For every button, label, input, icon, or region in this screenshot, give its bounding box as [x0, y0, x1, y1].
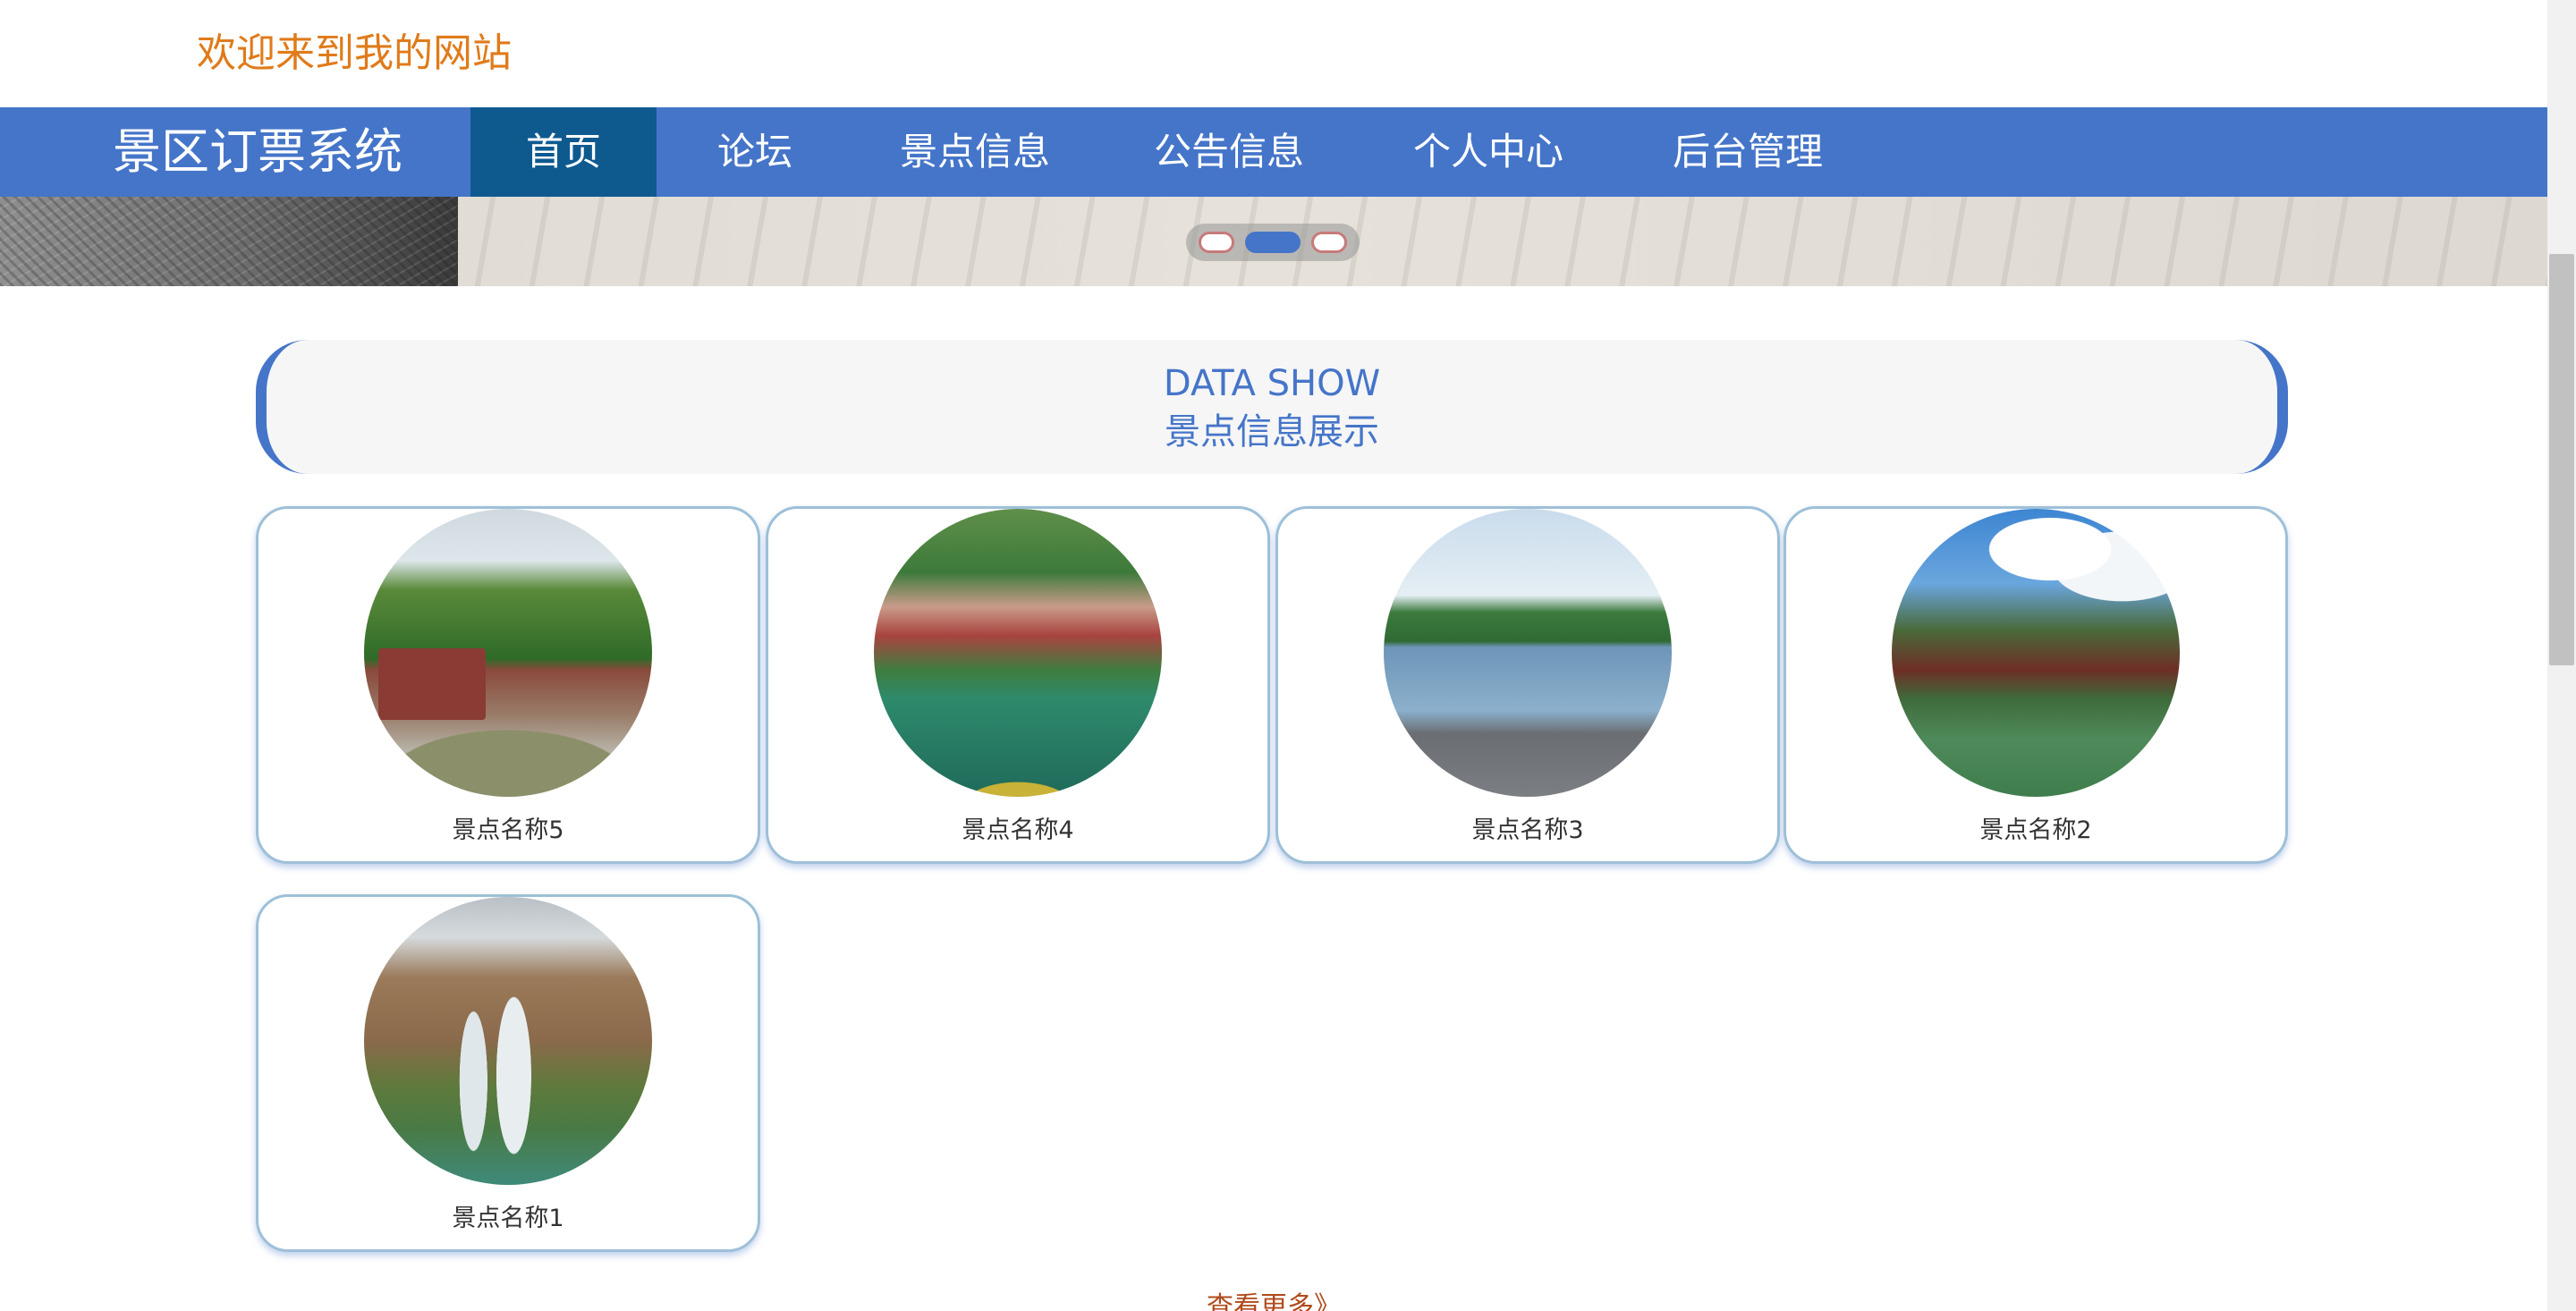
carousel-dot-3[interactable] [1311, 232, 1347, 253]
attraction-card[interactable]: 景点名称1 [256, 894, 760, 1252]
attraction-image [364, 509, 652, 797]
nav-item-announcements[interactable]: 公告信息 [1131, 107, 1327, 197]
carousel-dot-2[interactable] [1245, 232, 1301, 253]
attraction-image [1892, 509, 2180, 797]
attraction-name: 景点名称4 [962, 816, 1074, 844]
banner-image-left [0, 197, 458, 286]
attraction-image [874, 509, 1162, 797]
nav-item-attractions[interactable]: 景点信息 [877, 107, 1073, 197]
attraction-name: 景点名称1 [452, 1205, 564, 1232]
attraction-card[interactable]: 景点名称2 [1784, 506, 2288, 864]
banner-carousel [0, 197, 2547, 286]
view-more-link[interactable]: 查看更多》 [0, 1290, 2547, 1311]
top-nav: 景区订票系统 首页 论坛 景点信息 公告信息 个人中心 后台管理 [0, 107, 2547, 197]
carousel-indicators [1186, 224, 1360, 261]
carousel-dot-1[interactable] [1199, 232, 1234, 253]
scrollbar-thumb[interactable] [2549, 254, 2574, 665]
section-title-cn: 景点信息展示 [1165, 411, 1379, 453]
attraction-image [1384, 509, 1672, 797]
attraction-name: 景点名称2 [1979, 816, 2092, 844]
site-brand[interactable]: 景区订票系统 [113, 107, 402, 197]
welcome-text: 欢迎来到我的网站 [197, 30, 512, 76]
attraction-card[interactable]: 景点名称4 [766, 506, 1270, 864]
attraction-name: 景点名称3 [1471, 816, 1584, 844]
nav-item-personal-center[interactable]: 个人中心 [1390, 107, 1587, 197]
nav-item-home[interactable]: 首页 [470, 107, 657, 197]
attraction-card[interactable]: 景点名称3 [1275, 506, 1780, 864]
section-title-en: DATA SHOW [1163, 363, 1381, 404]
attraction-name: 景点名称5 [452, 816, 564, 844]
nav-item-admin[interactable]: 后台管理 [1649, 107, 1846, 197]
vertical-scrollbar[interactable] [2547, 0, 2576, 1311]
nav-item-forum[interactable]: 论坛 [685, 107, 825, 197]
page: 欢迎来到我的网站 景区订票系统 首页 论坛 景点信息 公告信息 个人中心 后台管… [0, 0, 2576, 1311]
attraction-card[interactable]: 景点名称5 [256, 506, 760, 864]
section-header: DATA SHOW 景点信息展示 [256, 340, 2288, 474]
attraction-image [364, 897, 652, 1185]
